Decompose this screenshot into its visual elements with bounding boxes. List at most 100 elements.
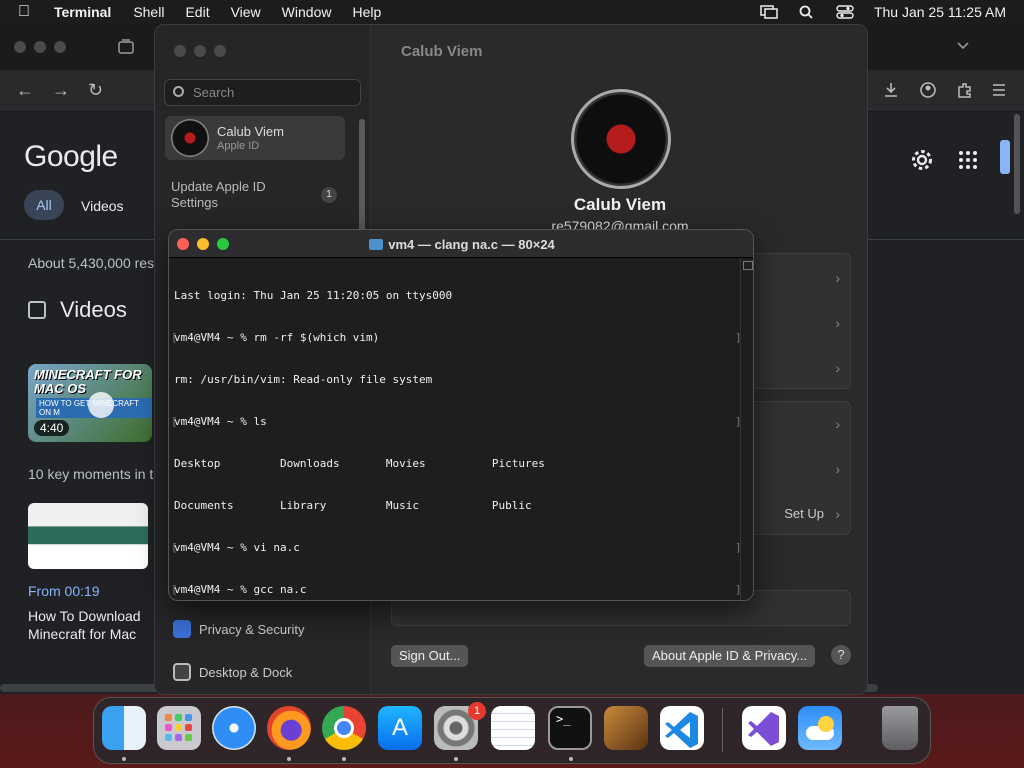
weather-icon[interactable] bbox=[798, 706, 842, 750]
video-title[interactable]: How To Download Minecraft for Mac bbox=[28, 607, 141, 643]
about-apple-id-privacy-button[interactable]: About Apple ID & Privacy... bbox=[644, 645, 816, 667]
chevron-right-icon[interactable]: › bbox=[835, 506, 840, 522]
search-icon bbox=[173, 86, 184, 97]
sign-out-button[interactable]: Sign Out... bbox=[391, 645, 469, 667]
vertical-scrollbar[interactable] bbox=[1014, 114, 1020, 214]
vscode-icon[interactable] bbox=[660, 706, 704, 750]
chevron-right-icon[interactable]: › bbox=[835, 360, 840, 376]
forward-arrow-icon[interactable]: → bbox=[52, 80, 70, 101]
terminal-output[interactable]: Last login: Thu Jan 25 11:20:05 on ttys0… bbox=[171, 261, 742, 600]
chrome-icon[interactable] bbox=[322, 706, 366, 750]
browser-close-button[interactable] bbox=[14, 41, 26, 53]
key-moment-timestamp[interactable]: From 00:19 bbox=[28, 583, 100, 599]
key-moment-thumbnail[interactable] bbox=[28, 503, 148, 569]
update-line-1: Update Apple ID bbox=[171, 179, 266, 194]
terminal-line: [vm4@VM4 ~ % rm -rf $(which vim)] bbox=[171, 331, 742, 345]
settings-gear-icon[interactable] bbox=[910, 148, 934, 172]
google-logo[interactable]: Google bbox=[24, 140, 118, 174]
launchpad-icon[interactable] bbox=[157, 706, 201, 750]
menu-shell[interactable]: Shell bbox=[133, 4, 164, 20]
download-icon[interactable] bbox=[882, 81, 900, 99]
play-button-icon[interactable] bbox=[88, 392, 114, 418]
terminal-line: [vm4@VM4 ~ % ls] bbox=[171, 415, 742, 429]
trash-icon[interactable] bbox=[882, 706, 918, 750]
sidebar-item-privacy-security[interactable]: Privacy & Security bbox=[173, 620, 304, 638]
chevron-right-icon[interactable]: › bbox=[835, 416, 840, 432]
textedit-icon[interactable] bbox=[491, 706, 535, 750]
help-button[interactable]: ? bbox=[831, 645, 851, 665]
terminal-title-bar[interactable]: vm4 — clang na.c — 80×24 bbox=[169, 230, 753, 258]
profile-name: Calub Viem bbox=[573, 195, 667, 214]
settings-zoom-button[interactable] bbox=[214, 45, 226, 57]
tab-overview-icon[interactable] bbox=[118, 39, 134, 55]
sidebar-user-name: Calub Viem bbox=[217, 124, 284, 139]
browser-minimize-button[interactable] bbox=[34, 41, 46, 53]
terminal-title-text: vm4 — clang na.c — 80×24 bbox=[388, 237, 555, 252]
terminal-icon[interactable]: >_ bbox=[548, 706, 592, 750]
chevron-right-icon[interactable]: › bbox=[835, 315, 840, 331]
folder-icon bbox=[369, 239, 384, 250]
running-indicator bbox=[122, 757, 126, 761]
sun-icon bbox=[818, 716, 834, 732]
terminal-line-text: vm4@VM4 ~ % gcc na.c bbox=[174, 583, 307, 596]
terminal-line: Documents Library Music Public bbox=[174, 499, 532, 512]
menu-edit[interactable]: Edit bbox=[185, 4, 209, 20]
settings-minimize-button[interactable] bbox=[194, 45, 206, 57]
menu-hamburger-icon[interactable] bbox=[991, 82, 1007, 98]
visual-studio-icon[interactable] bbox=[742, 706, 786, 750]
tab-videos[interactable]: Videos bbox=[81, 198, 124, 214]
profile-picture[interactable] bbox=[571, 89, 671, 189]
settings-close-button[interactable] bbox=[174, 45, 186, 57]
tab-all[interactable]: All bbox=[24, 190, 64, 220]
extensions-icon[interactable] bbox=[955, 81, 973, 99]
garageband-icon[interactable] bbox=[604, 706, 648, 750]
vscode-glyph bbox=[665, 712, 698, 748]
sidebar-user-sub: Apple ID bbox=[217, 140, 260, 152]
sidebar-item-desktop-dock[interactable]: Desktop & Dock bbox=[173, 663, 292, 681]
terminal-line: [vm4@VM4 ~ % vi na.c] bbox=[171, 541, 742, 555]
apps-grid-icon[interactable] bbox=[958, 150, 978, 170]
sidebar-item-apple-id[interactable]: Calub Viem Apple ID bbox=[165, 116, 345, 160]
sign-in-button[interactable] bbox=[1000, 140, 1010, 174]
videos-heading: Videos bbox=[60, 297, 127, 322]
split-pane-icon[interactable] bbox=[743, 261, 753, 270]
chevron-right-icon[interactable]: › bbox=[835, 270, 840, 286]
finder-icon[interactable] bbox=[102, 706, 146, 750]
account-icon[interactable] bbox=[919, 81, 937, 99]
firefox-icon[interactable] bbox=[267, 706, 311, 750]
set-up-button[interactable]: Set Up bbox=[784, 506, 824, 521]
sidebar-item-update-apple-id[interactable]: Update Apple ID Settings bbox=[171, 179, 266, 211]
control-center-icon[interactable] bbox=[836, 5, 854, 19]
settings-search-input[interactable]: Search bbox=[164, 79, 361, 106]
system-settings-badge: 1 bbox=[468, 702, 486, 720]
safari-icon[interactable] bbox=[212, 706, 256, 750]
terminal-scrollbar[interactable] bbox=[740, 258, 753, 600]
video-title-line-2: Minecraft for Mac bbox=[28, 626, 137, 642]
menu-view[interactable]: View bbox=[231, 4, 261, 20]
chevron-right-icon[interactable]: › bbox=[835, 461, 840, 477]
videos-section-header: Videos bbox=[28, 297, 127, 323]
menu-window[interactable]: Window bbox=[282, 4, 332, 20]
chrome-center bbox=[334, 718, 354, 738]
prompt-mark: [ bbox=[171, 583, 178, 596]
pane-title: Calub Viem bbox=[401, 43, 483, 60]
running-indicator bbox=[342, 757, 346, 761]
terminal-window: vm4 — clang na.c — 80×24 Last login: Thu… bbox=[168, 229, 754, 601]
video-thumbnail[interactable]: MINECRAFT FOR MAC OS HOW TO GET MINECRAF… bbox=[28, 364, 152, 442]
terminal-line-text: vm4@VM4 ~ % ls bbox=[174, 415, 267, 428]
screen-mirroring-icon[interactable] bbox=[760, 5, 778, 19]
apple-menu-icon[interactable]:  bbox=[18, 3, 40, 21]
prompt-mark: [ bbox=[171, 541, 178, 554]
menu-help[interactable]: Help bbox=[352, 4, 381, 20]
reload-icon[interactable]: ↻ bbox=[88, 80, 103, 101]
tab-list-chevron-icon[interactable] bbox=[956, 41, 970, 51]
app-store-icon[interactable]: A bbox=[378, 706, 422, 750]
menu-app-name[interactable]: Terminal bbox=[54, 4, 111, 20]
back-arrow-icon[interactable]: ← bbox=[16, 80, 34, 101]
spotlight-search-icon[interactable] bbox=[798, 5, 816, 19]
terminal-title: vm4 — clang na.c — 80×24 bbox=[169, 237, 753, 252]
browser-zoom-button[interactable] bbox=[54, 41, 66, 53]
menu-clock[interactable]: Thu Jan 25 11:25 AM bbox=[874, 4, 1006, 20]
thumbnail-title: MINECRAFT FOR MAC OS bbox=[34, 367, 142, 396]
update-line-2: Settings bbox=[171, 195, 218, 210]
